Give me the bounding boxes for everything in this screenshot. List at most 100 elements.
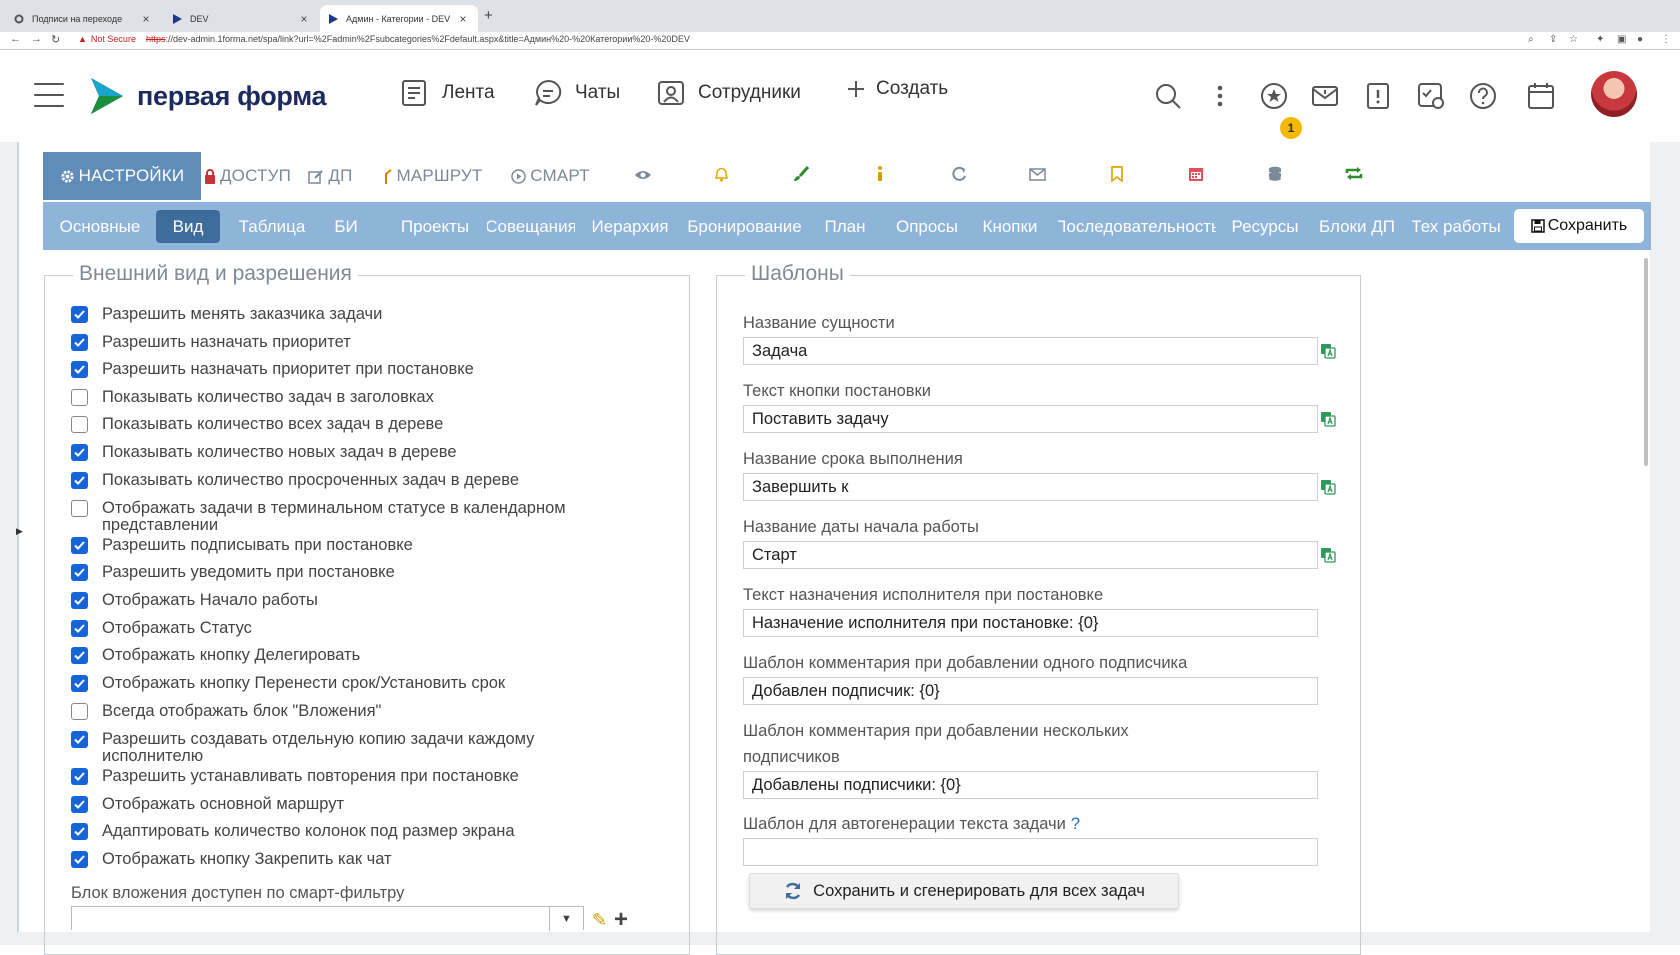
- checkbox-checked[interactable]: [71, 592, 88, 609]
- nav-chats[interactable]: Чаты: [533, 78, 620, 108]
- checkbox-checked[interactable]: [71, 620, 88, 637]
- user-avatar[interactable]: [1591, 71, 1637, 117]
- profile-icon[interactable]: ●: [1637, 34, 1643, 45]
- checkbox-row[interactable]: Отображать Начало работы: [71, 592, 622, 609]
- checkbox-checked[interactable]: [71, 647, 88, 664]
- mail-alert-icon[interactable]: [1309, 80, 1341, 112]
- checkbox-row[interactable]: Отображать кнопку Закрепить как чат: [71, 851, 622, 868]
- help-icon[interactable]: [1467, 80, 1499, 112]
- alert-icon[interactable]: [1362, 80, 1394, 112]
- template-input[interactable]: Поставить задачу: [743, 405, 1318, 433]
- share-icon[interactable]: ⇪: [1549, 34, 1557, 45]
- checkbox-row[interactable]: Разрешить уведомить при постановке: [71, 564, 622, 581]
- template-input[interactable]: Добавлены подписчики: {0}: [743, 771, 1318, 799]
- sidebar-icon[interactable]: ▣: [1617, 34, 1626, 45]
- template-input[interactable]: Добавлен подписчик: {0}: [743, 677, 1318, 705]
- checkbox-row[interactable]: Показывать количество новых задач в дере…: [71, 444, 622, 461]
- checkbox-unchecked[interactable]: [71, 416, 88, 433]
- nav-employees[interactable]: Сотрудники: [656, 78, 801, 108]
- save-and-generate-button[interactable]: Сохранить и сгенерировать для всех задач: [749, 873, 1179, 909]
- url-field[interactable]: ▲ Not Secure https ://dev-admin.1forma.n…: [78, 34, 690, 44]
- checkbox-row[interactable]: Отображать Статус: [71, 620, 622, 637]
- checkbox-checked[interactable]: [71, 731, 88, 748]
- collapse-arrow-icon[interactable]: ▶: [16, 526, 23, 537]
- checkbox-checked[interactable]: [71, 361, 88, 378]
- subtab[interactable]: Иерархия: [590, 210, 670, 243]
- checkbox-row[interactable]: Разрешить назначать приоритет при постан…: [71, 361, 622, 378]
- translate-icon[interactable]: [1320, 343, 1336, 359]
- subtab[interactable]: Тех работы: [1412, 210, 1500, 243]
- tab-smart[interactable]: СМАРТ: [498, 152, 603, 200]
- back-icon[interactable]: ←: [10, 33, 21, 45]
- nav-create[interactable]: Создать: [846, 78, 948, 100]
- checkbox-checked[interactable]: [71, 823, 88, 840]
- reload-icon[interactable]: ↻: [51, 33, 60, 46]
- checkbox-checked[interactable]: [71, 768, 88, 785]
- tab-style[interactable]: [761, 152, 840, 200]
- calendar-header-icon[interactable]: [1525, 80, 1557, 112]
- subtab[interactable]: Последовательность: [1058, 210, 1216, 243]
- browser-tab[interactable]: DEV ×: [164, 5, 319, 32]
- scrollbar-thumb[interactable]: [1644, 258, 1648, 466]
- template-input[interactable]: Задача: [743, 337, 1318, 365]
- star-icon[interactable]: ☆: [1569, 34, 1578, 45]
- close-icon[interactable]: ×: [456, 12, 470, 26]
- subtab[interactable]: Основные: [60, 210, 140, 243]
- checkbox-row[interactable]: Показывать количество задач в заголовках: [71, 389, 622, 406]
- checkbox-unchecked[interactable]: [71, 389, 88, 406]
- checkbox-unchecked[interactable]: [71, 500, 88, 517]
- checkbox-checked[interactable]: [71, 851, 88, 868]
- checkbox-row[interactable]: Разрешить создавать отдельную копию зада…: [71, 731, 622, 764]
- checkbox-row[interactable]: Отображать основной маршрут: [71, 796, 622, 813]
- add-plus-icon[interactable]: +: [614, 906, 628, 934]
- checkbox-row[interactable]: Показывать количество всех задач в дерев…: [71, 416, 622, 433]
- favorites-icon[interactable]: [1258, 80, 1290, 112]
- save-button[interactable]: Сохранить: [1514, 209, 1644, 243]
- template-input[interactable]: Назначение исполнителя при постановке: {…: [743, 609, 1318, 637]
- tab-refresh[interactable]: [919, 152, 998, 200]
- subtab[interactable]: Опросы: [893, 210, 961, 243]
- tasks-icon[interactable]: [1415, 80, 1447, 112]
- more-vertical-icon[interactable]: [1204, 80, 1236, 112]
- subtab[interactable]: Ресурсы: [1229, 210, 1301, 243]
- subtab-active[interactable]: Вид: [156, 210, 220, 243]
- new-tab-icon[interactable]: +: [484, 7, 493, 24]
- nav-feed[interactable]: Лента: [400, 78, 495, 108]
- browser-tab[interactable]: Подписи на переходе ×: [6, 5, 161, 32]
- tab-route[interactable]: МАРШРУТ: [367, 152, 498, 200]
- forward-icon[interactable]: →: [31, 33, 42, 45]
- tab-calendar[interactable]: [1156, 152, 1235, 200]
- checkbox-checked[interactable]: [71, 675, 88, 692]
- menu-dots-icon[interactable]: ⋮: [1661, 34, 1671, 45]
- zoom-icon[interactable]: ⌕: [1528, 34, 1534, 45]
- tab-database[interactable]: [1235, 152, 1314, 200]
- subtab[interactable]: Бронирование: [687, 210, 802, 243]
- browser-tab-active[interactable]: Админ - Категории - DEV ×: [320, 5, 478, 32]
- template-input[interactable]: [743, 838, 1318, 866]
- tab-visibility[interactable]: [603, 152, 682, 200]
- search-icon[interactable]: [1152, 80, 1184, 112]
- close-icon[interactable]: ×: [139, 12, 153, 26]
- tab-mail[interactable]: [998, 152, 1077, 200]
- checkbox-row[interactable]: Отображать задачи в терминальном статусе…: [71, 500, 622, 533]
- help-question-icon[interactable]: ?: [1071, 815, 1080, 833]
- edit-pencil-icon[interactable]: ✎: [592, 910, 607, 931]
- subtab[interactable]: Проекты: [399, 210, 471, 243]
- template-input[interactable]: Завершить к: [743, 473, 1318, 501]
- subtab[interactable]: Совещания: [487, 210, 575, 243]
- checkbox-row[interactable]: Всегда отображать блок "Вложения": [71, 703, 622, 720]
- checkbox-row[interactable]: Отображать кнопку Перенести срок/Установ…: [71, 675, 622, 692]
- checkbox-checked[interactable]: [71, 796, 88, 813]
- checkbox-checked[interactable]: [71, 564, 88, 581]
- tab-access[interactable]: ДОСТУП: [201, 152, 294, 200]
- logo[interactable]: первая форма: [89, 76, 327, 116]
- tab-bookmark[interactable]: [1077, 152, 1156, 200]
- checkbox-checked[interactable]: [71, 537, 88, 554]
- subtab[interactable]: Кнопки: [978, 210, 1042, 243]
- subtab[interactable]: Блоки ДП: [1318, 210, 1396, 243]
- subtab[interactable]: БИ: [325, 210, 367, 243]
- tab-dp[interactable]: ДП: [294, 152, 367, 200]
- tab-notifications[interactable]: [682, 152, 761, 200]
- checkbox-checked[interactable]: [71, 334, 88, 351]
- translate-icon[interactable]: [1320, 547, 1336, 563]
